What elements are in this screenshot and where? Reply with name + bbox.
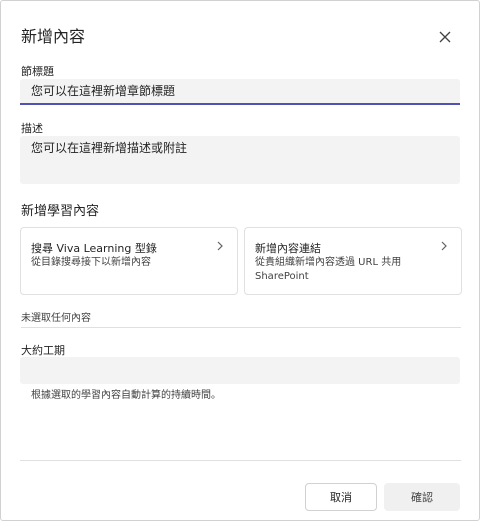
close-button[interactable]: [435, 27, 455, 47]
card-description: 從目錄搜尋接下以新增內容: [31, 257, 151, 268]
add-content-link-card[interactable]: 新增內容連結 從貴組織新增內容透過 URL 共用 SharePoint: [244, 227, 462, 295]
search-viva-learning-card[interactable]: 搜尋 Viva Learning 型錄 從目錄搜尋接下以新增內容: [20, 227, 238, 295]
section-title-input[interactable]: 您可以在這裡新增章節標題: [20, 79, 460, 105]
description-label: 描述: [21, 122, 43, 135]
duration-input[interactable]: [20, 357, 460, 384]
description-textarea[interactable]: 您可以在這裡新增描述或附註: [20, 136, 460, 184]
card-title: 搜尋 Viva Learning 型錄: [31, 242, 157, 255]
divider: [21, 327, 461, 328]
section-title-label: 節標題: [21, 65, 54, 78]
close-icon: [439, 31, 451, 43]
duration-label: 大約工期: [21, 344, 65, 357]
dialog-title: 新增內容: [21, 27, 86, 46]
confirm-button[interactable]: 確認: [384, 483, 460, 511]
add-learning-heading: 新增學習內容: [21, 204, 100, 219]
card-title: 新增內容連結: [255, 242, 321, 255]
chevron-right-icon: [441, 241, 447, 251]
chevron-right-icon: [217, 241, 223, 251]
add-content-dialog: 新增內容 節標題 您可以在這裡新增章節標題 描述 您可以在這裡新增描述或附註 新…: [0, 0, 480, 521]
no-content-selected-note: 未選取任何內容: [21, 313, 91, 324]
footer-divider: [20, 460, 461, 461]
card-description: 從貴組織新增內容透過 URL 共用 SharePoint: [255, 257, 402, 282]
duration-help-text: 根據選取的學習內容自動計算的持續時間。: [31, 390, 221, 401]
cancel-button[interactable]: 取消: [305, 483, 377, 511]
